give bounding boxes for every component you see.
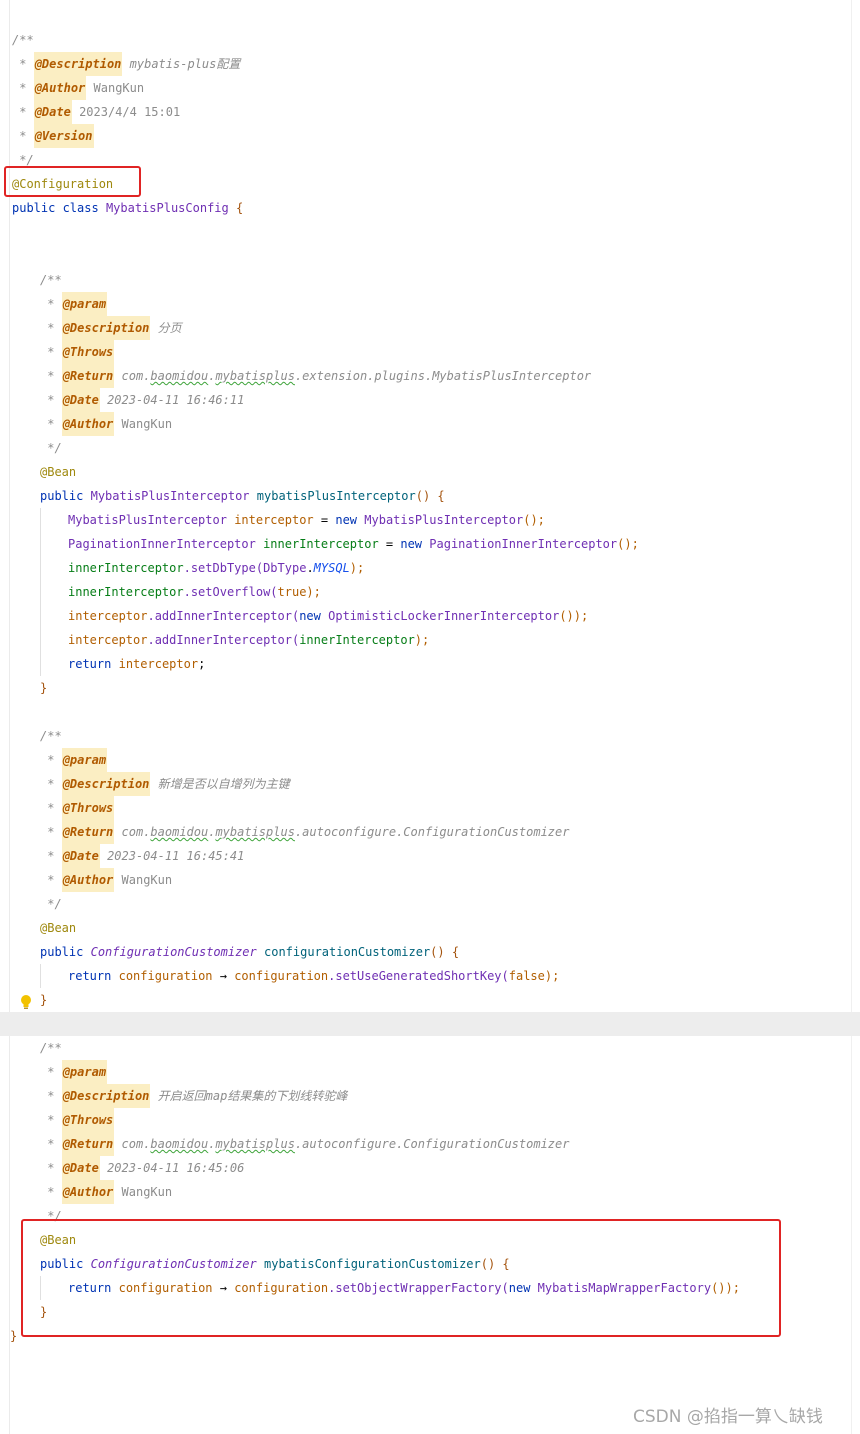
- code-line: * @Date 2023/4/4 15:01: [0, 100, 860, 124]
- code-line: return configuration → configuration.set…: [68, 969, 560, 983]
- code-line: * @Author WangKun: [0, 412, 860, 436]
- code-line: PaginationInnerInterceptor innerIntercep…: [68, 537, 639, 551]
- code-line: * @param: [0, 748, 860, 772]
- code-line: * @Version: [0, 124, 860, 148]
- code-line: */: [47, 897, 62, 911]
- code-line: /**: [40, 1041, 62, 1055]
- code-line: innerInterceptor.setOverflow(true);: [68, 585, 321, 599]
- code-line: MybatisPlusInterceptor interceptor = new…: [68, 513, 545, 527]
- code-line: return interceptor;: [68, 657, 206, 671]
- code-line: * @Description 分页: [0, 316, 860, 340]
- watermark: CSDN @掐指一算乀缺钱: [633, 1407, 823, 1427]
- code-line: * @Date 2023-04-11 16:46:11: [0, 388, 860, 412]
- code-line: /**: [40, 273, 62, 287]
- code-line: * @Date 2023-04-11 16:45:41: [0, 844, 860, 868]
- code-lines: /** * @Description mybatis-plus配置 * @Aut…: [0, 28, 860, 1348]
- code-line: @Bean: [40, 465, 77, 479]
- code-line: /**: [12, 33, 34, 47]
- code-line: @Bean: [40, 921, 77, 935]
- code-editor[interactable]: /** * @Description mybatis-plus配置 * @Aut…: [0, 0, 860, 1434]
- code-line: * @Throws: [0, 796, 860, 820]
- code-line: }: [40, 681, 48, 695]
- code-line: interceptor.addInnerInterceptor(innerInt…: [68, 633, 430, 647]
- code-line: * @Description mybatis-plus配置: [0, 52, 860, 76]
- code-line: * @Description 新增是否以自增列为主键: [0, 772, 860, 796]
- configuration-highlight-box: [4, 166, 141, 197]
- code-line: */: [47, 441, 62, 455]
- code-line: innerInterceptor.setDbType(DbType.MYSQL)…: [68, 561, 365, 575]
- code-line: interceptor.addInnerInterceptor(new Opti…: [68, 609, 589, 623]
- code-line: * @Return com.baomidou.mybatisplus.autoc…: [0, 1132, 860, 1156]
- code-line: * @Description 开启返回map结果集的下划线转驼峰: [0, 1084, 860, 1108]
- code-line: * @Date 2023-04-11 16:45:06: [0, 1156, 860, 1180]
- code-line: * @Author WangKun: [0, 76, 860, 100]
- code-line: * @Throws: [0, 1108, 860, 1132]
- code-line: * @Return com.baomidou.mybatisplus.exten…: [0, 364, 860, 388]
- code-line: public MybatisPlusInterceptor mybatisPlu…: [40, 489, 445, 503]
- lightbulb-icon[interactable]: [19, 994, 33, 1010]
- method-highlight-box: [21, 1219, 781, 1337]
- code-line: * @param: [0, 1060, 860, 1084]
- code-line: }: [40, 993, 48, 1007]
- current-line-highlight: [0, 1012, 860, 1036]
- code-line: public class MybatisPlusConfig {: [12, 201, 244, 215]
- code-line: /**: [40, 729, 62, 743]
- code-line: * @Author WangKun: [0, 1180, 860, 1204]
- code-line: * @param: [0, 292, 860, 316]
- code-line: * @Throws: [0, 340, 860, 364]
- code-line: public ConfigurationCustomizer configura…: [40, 945, 460, 959]
- code-line: * @Author WangKun: [0, 868, 860, 892]
- code-line: * @Return com.baomidou.mybatisplus.autoc…: [0, 820, 860, 844]
